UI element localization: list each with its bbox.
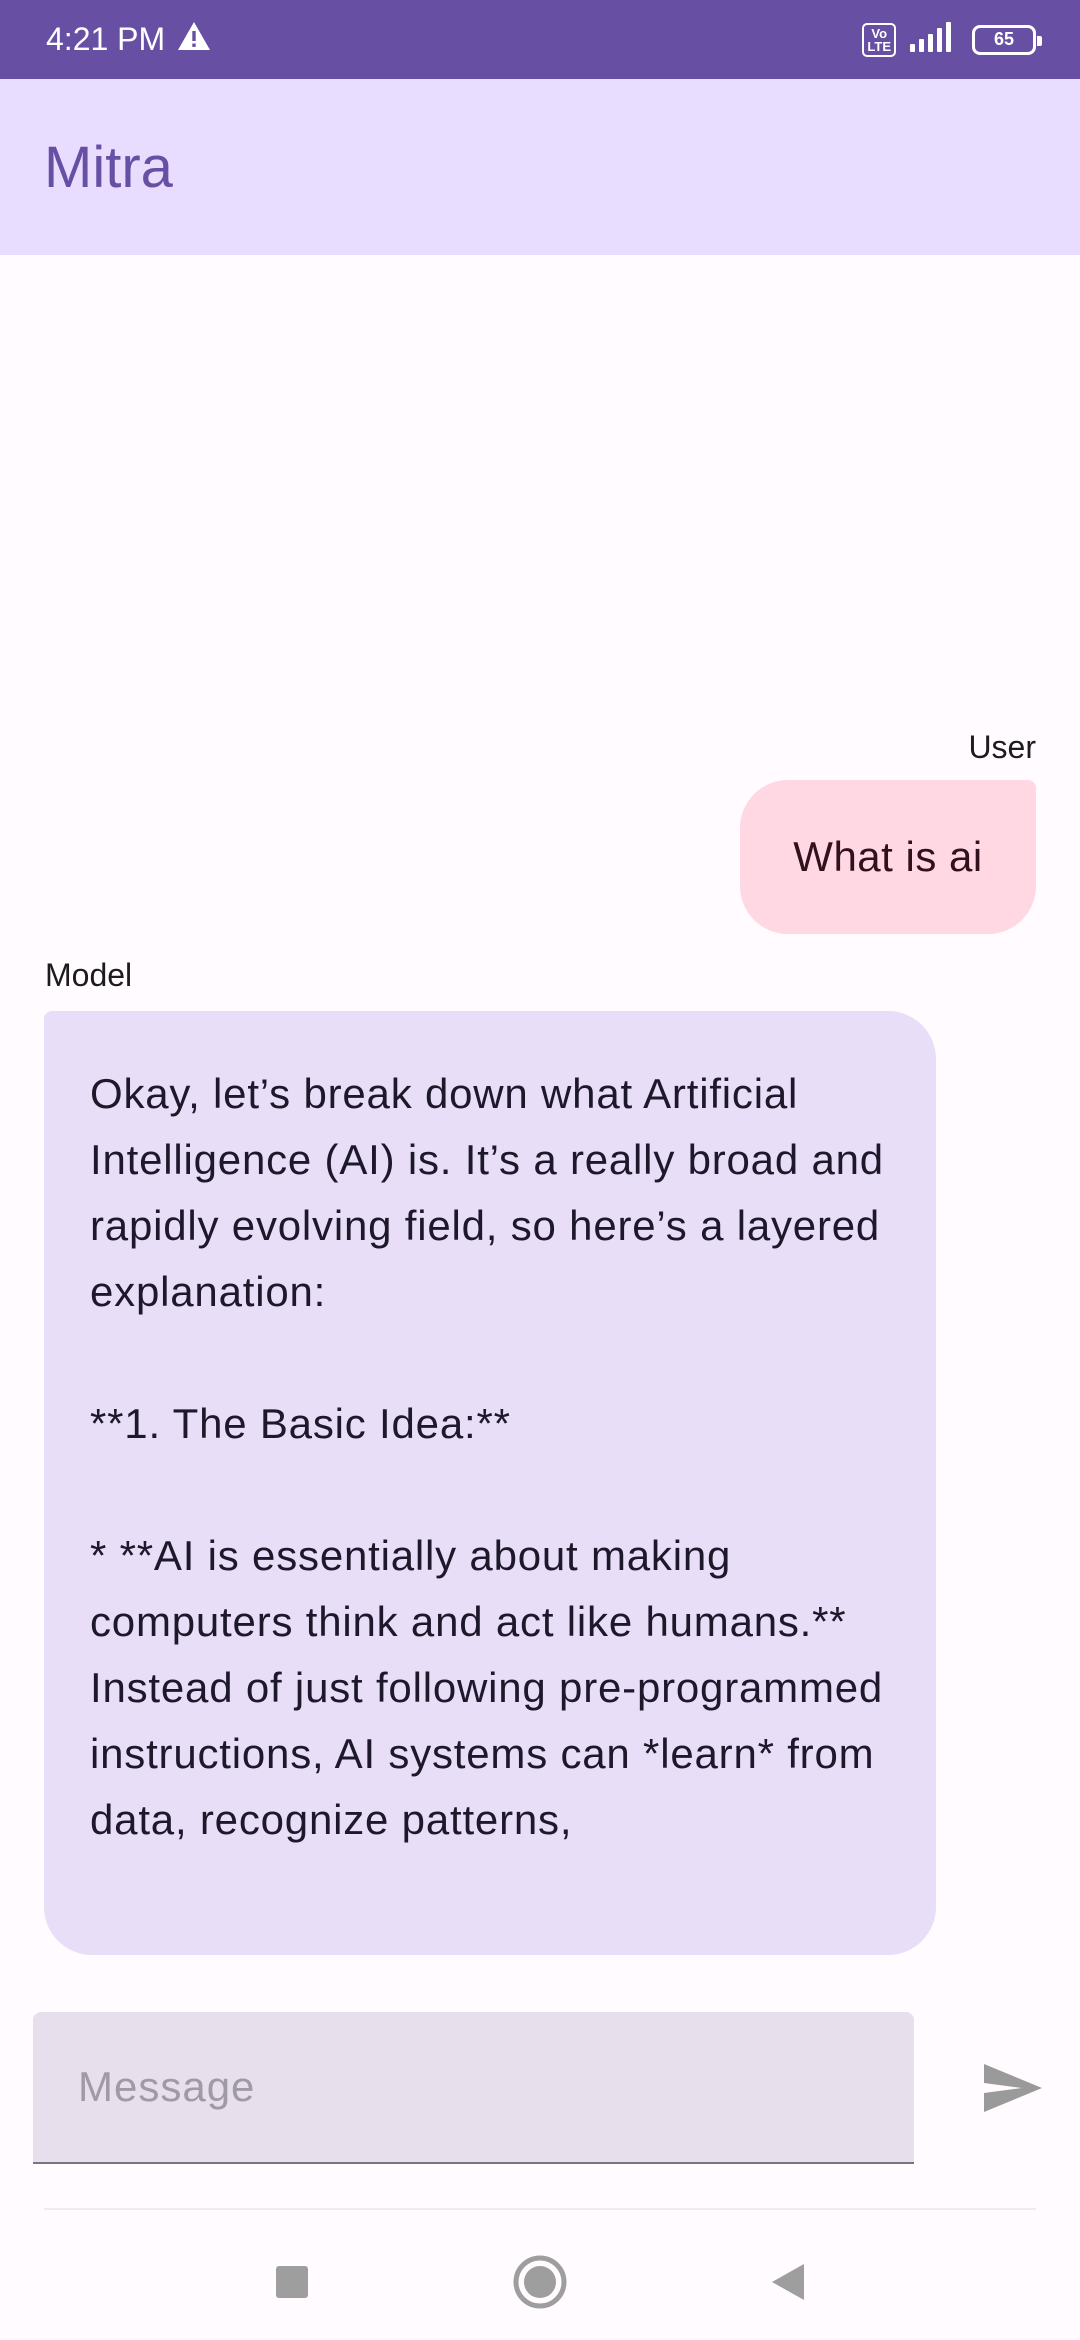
signal-icon bbox=[910, 20, 958, 60]
chat-list[interactable]: User What is ai Model Okay, let’s break … bbox=[0, 255, 1080, 1975]
home-icon bbox=[513, 2255, 567, 2309]
volte-icon: Vo LTE bbox=[862, 22, 896, 57]
home-button[interactable] bbox=[508, 2250, 572, 2314]
volte-top: Vo bbox=[871, 25, 888, 41]
battery-level: 65 bbox=[993, 29, 1015, 49]
status-right: Vo LTE 65 bbox=[862, 20, 1042, 60]
send-icon bbox=[984, 2064, 1042, 2112]
app-bar: Mitra bbox=[0, 79, 1080, 255]
status-left: 4:21 PM bbox=[46, 21, 211, 59]
composer-row bbox=[0, 2012, 1080, 2164]
send-button[interactable] bbox=[980, 2058, 1046, 2118]
status-time: 4:21 PM bbox=[46, 21, 166, 57]
message-input[interactable] bbox=[33, 2012, 914, 2164]
user-sender-label: User bbox=[968, 729, 1036, 765]
back-button[interactable] bbox=[756, 2250, 820, 2314]
model-sender-label: Model bbox=[45, 957, 133, 993]
warning-icon bbox=[177, 21, 211, 59]
recent-apps-icon bbox=[276, 2266, 308, 2298]
app-title: Mitra bbox=[44, 134, 173, 200]
divider bbox=[44, 2208, 1036, 2210]
user-message-bubble[interactable]: What is ai bbox=[740, 780, 1036, 934]
status-bar: 4:21 PM Vo LTE 65 bbox=[0, 0, 1080, 79]
battery-icon: 65 bbox=[972, 24, 1042, 55]
back-icon bbox=[772, 2264, 804, 2300]
volte-bottom: LTE bbox=[867, 38, 891, 54]
navigation-bar bbox=[0, 2212, 1080, 2340]
recent-apps-button[interactable] bbox=[260, 2250, 324, 2314]
model-message-bubble[interactable]: Okay, let’s break down what Artificial I… bbox=[44, 1011, 936, 1955]
